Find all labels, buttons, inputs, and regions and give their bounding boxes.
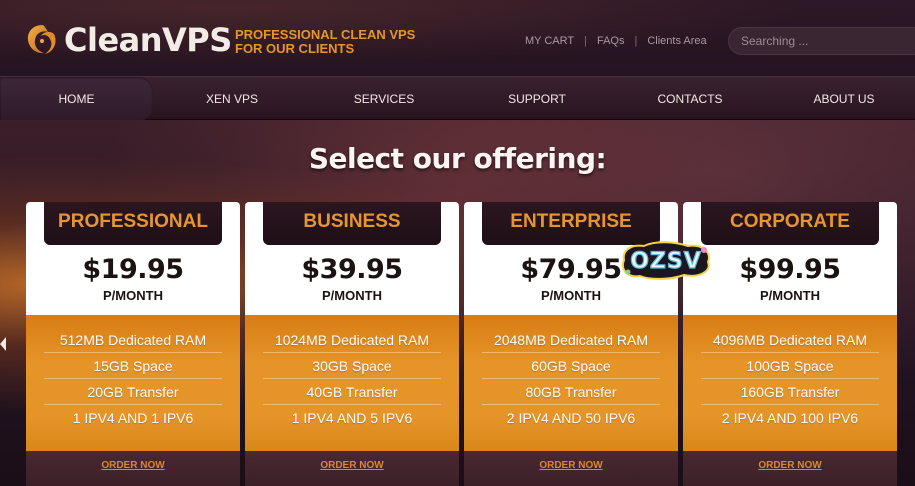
site-header: CleanVPS PROFESSIONAL CLEAN VPS FOR OUR … <box>0 0 915 76</box>
plan-name: BUSINESS <box>263 202 441 245</box>
plan-price: $19.95 <box>82 254 184 285</box>
plan-period: P/MONTH <box>103 288 163 303</box>
plan-feature: 160GB Transfer <box>701 379 879 405</box>
plan-feature: 80GB Transfer <box>482 379 660 405</box>
plan-feature: 15GB Space <box>44 353 222 379</box>
brand-tagline: PROFESSIONAL CLEAN VPS FOR OUR CLIENTS <box>235 27 416 56</box>
search-input[interactable]: Searching ... <box>728 27 915 55</box>
plan-card-professional: PROFESSIONAL $19.95 P/MONTH 512MB Dedica… <box>26 202 240 486</box>
plan-period: P/MONTH <box>760 288 820 303</box>
plan-card-corporate: CORPORATE $99.95 P/MONTH 4096MB Dedicate… <box>683 202 897 486</box>
plan-period: P/MONTH <box>541 288 601 303</box>
nav-support[interactable]: SUPPORT <box>485 77 589 121</box>
order-now-button[interactable]: ORDER NOW <box>464 460 678 471</box>
swirl-logo-icon <box>27 25 56 54</box>
nav-about-us[interactable]: ABOUT US <box>792 77 896 121</box>
top-links: MY CART | FAQs | Clients Area <box>525 35 707 47</box>
clients-area-link[interactable]: Clients Area <box>647 35 706 47</box>
nav-contacts[interactable]: CONTACTS <box>638 77 742 121</box>
order-now-button[interactable]: ORDER NOW <box>26 460 240 471</box>
plan-price: $39.95 <box>301 254 403 285</box>
plan-feature: 30GB Space <box>263 353 441 379</box>
hero-title: Select our offering: <box>308 142 607 175</box>
nav-xen-vps[interactable]: XEN VPS <box>180 77 284 121</box>
nav-services[interactable]: SERVICES <box>332 77 436 121</box>
faqs-link[interactable]: FAQs <box>597 35 625 47</box>
plan-feature: 512MB Dedicated RAM <box>44 327 222 353</box>
my-cart-link[interactable]: MY CART <box>525 35 574 47</box>
top-link-separator: | <box>634 35 638 47</box>
plan-feature: 1024MB Dedicated RAM <box>263 327 441 353</box>
plan-feature: 1 IPV4 AND 1 IPV6 <box>72 410 194 426</box>
plan-feature: 60GB Space <box>482 353 660 379</box>
plan-name: CORPORATE <box>701 202 879 245</box>
ozsv-sticker-logo: OZSV <box>622 241 710 280</box>
plan-period: P/MONTH <box>322 288 382 303</box>
slider-prev-arrow-icon[interactable] <box>0 337 6 351</box>
plan-feature: 1 IPV4 AND 5 IPV6 <box>291 410 413 426</box>
plan-feature: 4096MB Dedicated RAM <box>701 327 879 353</box>
plan-card-business: BUSINESS $39.95 P/MONTH 1024MB Dedicated… <box>245 202 459 486</box>
plan-name: PROFESSIONAL <box>44 202 222 245</box>
plan-price: $99.95 <box>739 254 841 285</box>
logo[interactable]: CleanVPS <box>24 20 232 60</box>
plan-feature: 100GB Space <box>701 353 879 379</box>
order-now-button[interactable]: ORDER NOW <box>245 460 459 471</box>
brand-name: CleanVPS <box>64 21 232 59</box>
plan-feature: 40GB Transfer <box>263 379 441 405</box>
sticker-text: OZSV <box>630 249 702 274</box>
nav-home[interactable]: HOME <box>0 77 153 121</box>
top-link-separator: | <box>584 35 587 47</box>
search-placeholder: Searching ... <box>741 34 809 48</box>
plan-feature: 20GB Transfer <box>44 379 222 405</box>
plan-feature: 2 IPV4 AND 100 IPV6 <box>721 410 859 426</box>
order-now-button[interactable]: ORDER NOW <box>683 460 897 471</box>
plan-feature: 2048MB Dedicated RAM <box>482 327 660 353</box>
plan-feature: 2 IPV4 AND 50 IPV6 <box>506 410 636 426</box>
main-nav: HOME XEN VPS SERVICES SUPPORT CONTACTS A… <box>0 76 915 121</box>
